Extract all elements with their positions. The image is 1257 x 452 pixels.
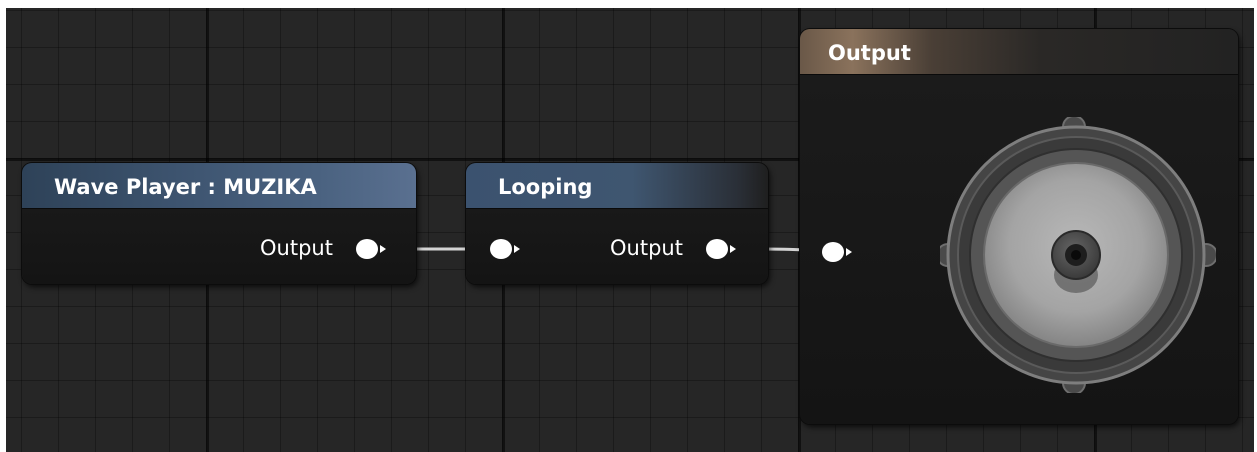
pin-dot-icon	[706, 239, 728, 259]
pin-dot-icon	[356, 239, 378, 259]
wave-player-output-pin[interactable]	[356, 239, 388, 259]
pin-arrow-icon	[514, 245, 520, 253]
output-node[interactable]: Output	[800, 29, 1238, 424]
wave-player-node-title: Wave Player : MUZIKA	[54, 175, 317, 199]
output-node-title: Output	[828, 41, 911, 65]
wave-player-node[interactable]: Wave Player : MUZIKA Output	[22, 163, 416, 284]
output-node-input-pin[interactable]	[822, 242, 854, 262]
wave-player-node-header[interactable]: Wave Player : MUZIKA	[22, 163, 416, 209]
looping-node-title: Looping	[498, 175, 593, 199]
pin-arrow-icon	[730, 245, 736, 253]
looping-output-pin[interactable]	[706, 239, 738, 259]
wave-player-output-label: Output	[260, 236, 333, 260]
pin-arrow-icon	[380, 245, 386, 253]
pin-dot-icon	[490, 239, 512, 259]
looping-input-pin[interactable]	[490, 239, 522, 259]
looping-node[interactable]: Looping Output	[466, 163, 768, 284]
output-node-header[interactable]: Output	[800, 29, 1238, 75]
looping-output-label: Output	[610, 236, 683, 260]
speaker-icon	[940, 117, 1216, 393]
pin-dot-icon	[822, 242, 844, 262]
pin-arrow-icon	[846, 248, 852, 256]
looping-node-header[interactable]: Looping	[466, 163, 768, 209]
